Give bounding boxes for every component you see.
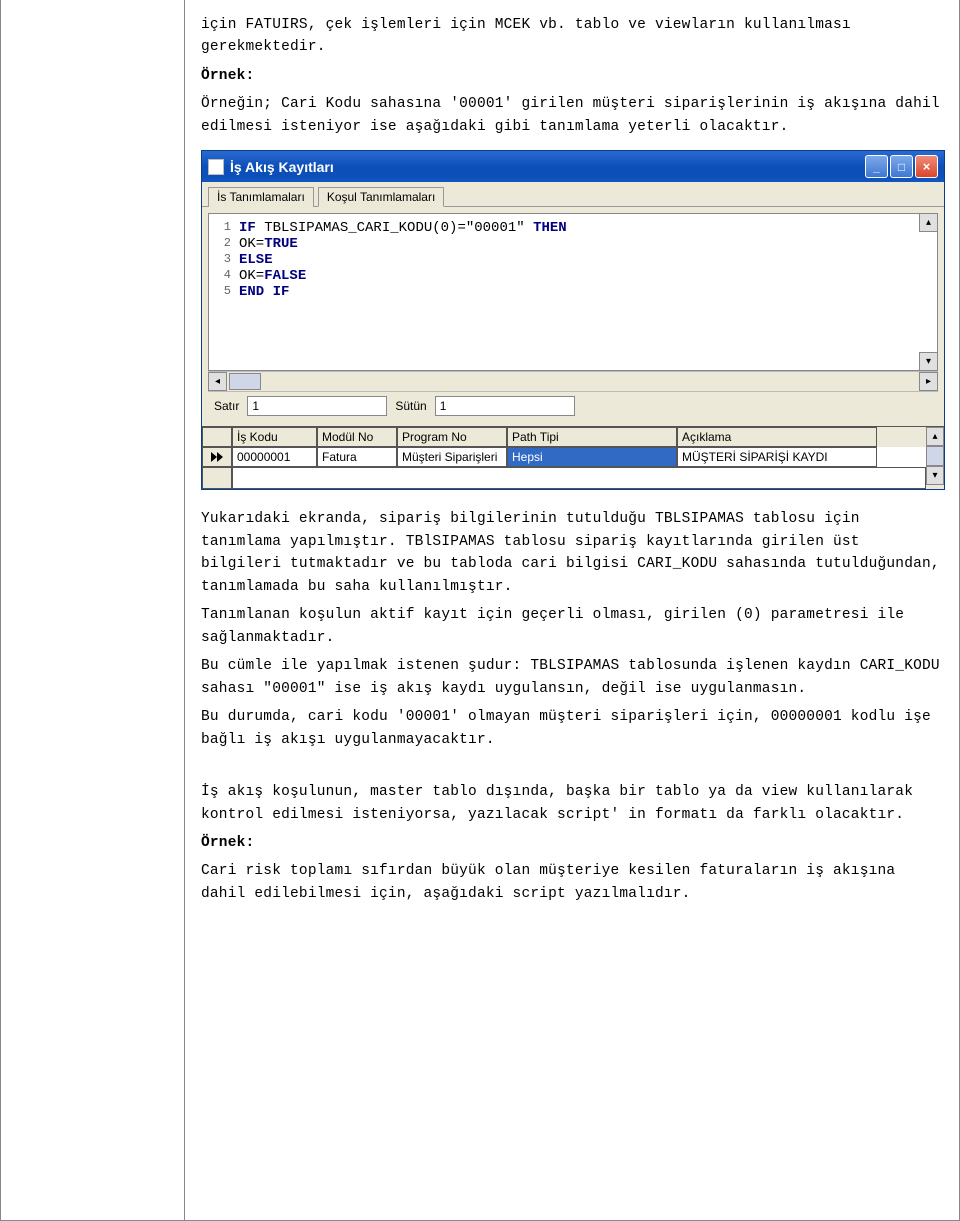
example-label-1: Örnek: <box>201 65 943 87</box>
grid-header-program-no[interactable]: Program No <box>397 427 507 447</box>
scroll-right-icon[interactable]: ▸ <box>919 372 938 391</box>
code-text: OK=FALSE <box>239 268 306 284</box>
scroll-left-icon[interactable]: ◂ <box>208 372 227 391</box>
paragraph-5: Bu cümle ile yapılmak istenen şudur: TBL… <box>201 655 943 700</box>
line-number: 1 <box>213 220 231 236</box>
grid-scroll-up-icon[interactable]: ▴ <box>926 427 944 446</box>
satir-label: Satır <box>214 399 239 413</box>
sutun-input[interactable]: 1 <box>435 396 575 416</box>
cell-aciklama[interactable]: MÜŞTERİ SİPARİŞİ KAYDI <box>677 447 877 467</box>
paragraph-8: Cari risk toplamı sıfırdan büyük olan mü… <box>201 860 943 905</box>
cell-is-kodu[interactable]: 00000001 <box>232 447 317 467</box>
close-button[interactable]: × <box>915 155 938 178</box>
line-number: 2 <box>213 236 231 252</box>
line-number: 5 <box>213 284 231 300</box>
table-row-empty <box>202 467 926 489</box>
code-line: 4 OK=FALSE <box>213 268 933 284</box>
tab-is-tanimlamalari[interactable]: İs Tanımlamaları <box>208 187 314 207</box>
editor-status-row: Satır 1 Sütün 1 <box>208 391 938 420</box>
example-label-2: Örnek: <box>201 832 943 854</box>
grid-header: İş Kodu Modül No Program No Path Tipi Aç… <box>202 427 926 447</box>
maximize-button[interactable]: □ <box>890 155 913 178</box>
editor-hscroll[interactable]: ◂ ▸ <box>208 371 938 391</box>
editor-scroll-down-icon[interactable]: ▾ <box>919 352 938 371</box>
grid-scroll-down-icon[interactable]: ▾ <box>926 466 944 485</box>
window-is-akis: İş Akış Kayıtları _ □ × İs Tanımlamaları… <box>201 150 945 490</box>
grid-scroll-thumb[interactable] <box>926 446 944 466</box>
row-indicator-icon[interactable] <box>202 447 232 467</box>
satir-input[interactable]: 1 <box>247 396 387 416</box>
cell-program-no[interactable]: Müşteri Siparişleri <box>397 447 507 467</box>
left-margin-column <box>1 0 185 1220</box>
paragraph-6: Bu durumda, cari kodu '00001' olmayan mü… <box>201 706 943 751</box>
code-line: 2 OK=TRUE <box>213 236 933 252</box>
grid-header-aciklama[interactable]: Açıklama <box>677 427 877 447</box>
cell-path-tipi[interactable]: Hepsi <box>507 447 677 467</box>
scroll-track[interactable] <box>227 373 919 390</box>
grid-header-modul-no[interactable]: Modül No <box>317 427 397 447</box>
window-titlebar[interactable]: İş Akış Kayıtları _ □ × <box>202 151 944 182</box>
content-column: için FATUIRS, çek işlemleri için MCEK vb… <box>185 0 959 1220</box>
paragraph-7: İş akış koşulunun, master tablo dışında,… <box>201 781 943 826</box>
code-text: OK=TRUE <box>239 236 298 252</box>
paragraph-1: için FATUIRS, çek işlemleri için MCEK vb… <box>201 14 943 59</box>
sutun-label: Sütün <box>395 399 426 413</box>
grid-header-is-kodu[interactable]: İş Kodu <box>232 427 317 447</box>
code-editor[interactable]: 1 IF TBLSIPAMAS_CARI_KODU(0)="00001" THEN… <box>208 213 938 371</box>
line-number: 4 <box>213 268 231 284</box>
editor-scroll-up-icon[interactable]: ▴ <box>919 213 938 232</box>
code-text: IF TBLSIPAMAS_CARI_KODU(0)="00001" THEN <box>239 220 567 236</box>
minimize-button[interactable]: _ <box>865 155 888 178</box>
grid-vscroll[interactable]: ▴ ▾ <box>926 427 944 489</box>
grid-corner <box>202 427 232 447</box>
window-app-icon <box>208 159 224 175</box>
line-number: 3 <box>213 252 231 268</box>
code-line: 3 ELSE <box>213 252 933 268</box>
tab-kosul-tanimlamalari[interactable]: Koşul Tanımlamaları <box>318 187 445 207</box>
table-row[interactable]: 00000001 Fatura Müşteri Siparişleri Heps… <box>202 447 926 467</box>
code-line: 5 END IF <box>213 284 933 300</box>
editor-area: 1 IF TBLSIPAMAS_CARI_KODU(0)="00001" THEN… <box>202 207 944 426</box>
paragraph-4: Tanımlanan koşulun aktif kayıt için geçe… <box>201 604 943 649</box>
paragraph-2: Örneğin; Cari Kodu sahasına '00001' giri… <box>201 93 943 138</box>
cell-modul-no[interactable]: Fatura <box>317 447 397 467</box>
grid: İş Kodu Modül No Program No Path Tipi Aç… <box>202 426 944 489</box>
code-text: END IF <box>239 284 289 300</box>
code-line: 1 IF TBLSIPAMAS_CARI_KODU(0)="00001" THEN <box>213 220 933 236</box>
tabs-row: İs Tanımlamaları Koşul Tanımlamaları <box>202 182 944 207</box>
paragraph-3: Yukarıdaki ekranda, sipariş bilgilerinin… <box>201 508 943 598</box>
window-title: İş Akış Kayıtları <box>230 159 334 175</box>
grid-header-path-tipi[interactable]: Path Tipi <box>507 427 677 447</box>
scroll-thumb[interactable] <box>229 373 261 390</box>
code-text: ELSE <box>239 252 273 268</box>
